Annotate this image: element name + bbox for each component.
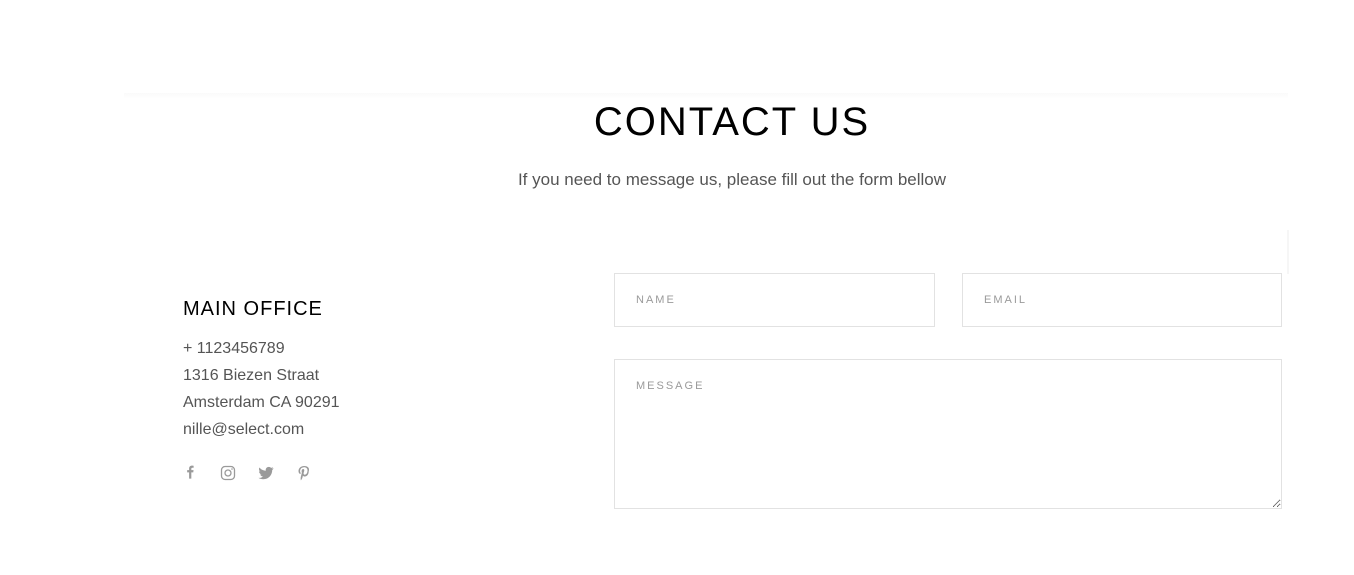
instagram-link[interactable] [219,464,237,482]
social-links [181,464,333,482]
contact-page: CONTACT US If you need to message us, pl… [0,0,1354,575]
office-heading: MAIN OFFICE [183,298,323,320]
top-divider [124,93,1288,99]
office-email: nille@select.com [183,421,305,438]
pinterest-link[interactable] [295,464,313,482]
facebook-icon [187,465,194,479]
twitter-icon [258,466,274,480]
edge-divider [1287,230,1289,274]
email-input[interactable] [962,273,1282,327]
instagram-icon [220,465,236,481]
pinterest-icon [298,466,310,481]
page-subtitle: If you need to message us, please fill o… [517,170,947,189]
office-phone: + 1123456789 [183,340,285,357]
main-office-block: MAIN OFFICE + 1123456789 1316 Biezen Str… [183,298,543,443]
page-title: CONTACT US [593,100,871,144]
twitter-link[interactable] [257,464,275,482]
facebook-link[interactable] [181,464,199,482]
office-street: 1316 Biezen Straat [183,367,320,384]
office-city: Amsterdam CA 90291 [183,394,340,411]
message-textarea[interactable] [614,359,1282,509]
name-input[interactable] [614,273,935,327]
